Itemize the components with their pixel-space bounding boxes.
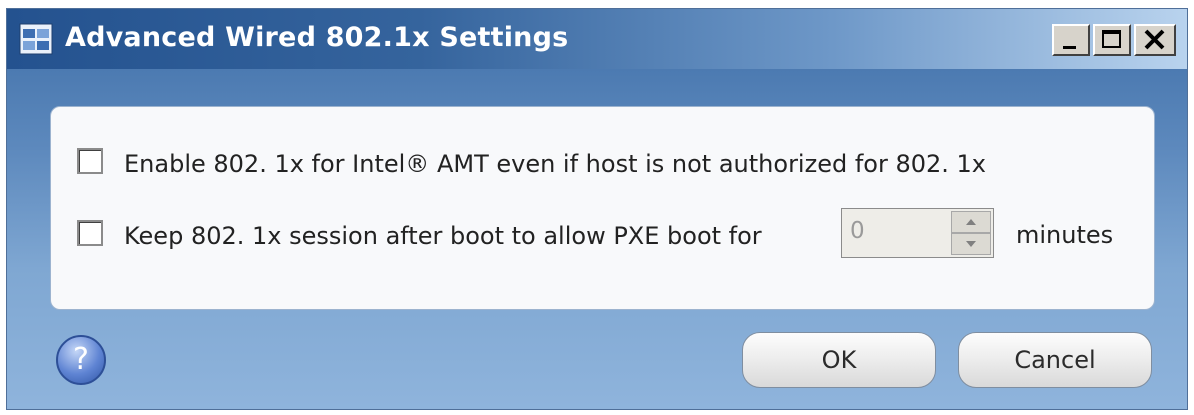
- minimize-button[interactable]: [1052, 24, 1090, 56]
- maximize-icon: [1102, 30, 1121, 48]
- cancel-button[interactable]: Cancel: [958, 332, 1152, 388]
- dialog-window: Advanced Wired 802.1x Settings Enable 80…: [6, 8, 1188, 410]
- stepper-down-button[interactable]: [951, 233, 991, 255]
- keep-session-checkbox[interactable]: [77, 220, 103, 246]
- settings-panel: Enable 802. 1x for Intel® AMT even if ho…: [50, 106, 1155, 310]
- minutes-unit-label: minutes: [1016, 221, 1114, 249]
- maximize-button[interactable]: [1093, 24, 1131, 56]
- enable-802-1x-label: Enable 802. 1x for Intel® AMT even if ho…: [124, 150, 986, 178]
- title-bar[interactable]: Advanced Wired 802.1x Settings: [7, 9, 1187, 69]
- down-arrow-icon: [966, 241, 976, 247]
- minutes-stepper-buttons: [951, 211, 991, 255]
- minimize-icon: [1063, 46, 1076, 49]
- up-arrow-icon: [966, 219, 976, 225]
- network-settings-icon: [19, 23, 53, 55]
- close-button[interactable]: [1134, 24, 1176, 56]
- stepper-up-button[interactable]: [951, 211, 991, 233]
- enable-802-1x-checkbox[interactable]: [77, 148, 103, 174]
- help-button[interactable]: ?: [56, 335, 106, 385]
- window-title: Advanced Wired 802.1x Settings: [65, 22, 569, 53]
- ok-button[interactable]: OK: [742, 332, 936, 388]
- close-icon: [1144, 29, 1165, 50]
- minutes-stepper[interactable]: 0: [841, 208, 994, 258]
- keep-session-label: Keep 802. 1x session after boot to allow…: [124, 222, 762, 250]
- minutes-input[interactable]: 0: [850, 218, 865, 244]
